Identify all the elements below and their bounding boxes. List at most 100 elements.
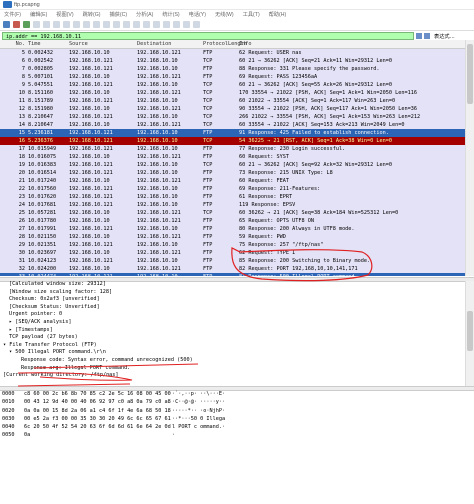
detail-tree-item[interactable]: Urgent pointer: 0 [0, 311, 466, 319]
packet-row[interactable]: 24 10.017681 192.168.10.121 192.168.10.10 FT… [0, 201, 466, 209]
zoom-normal-icon[interactable] [183, 21, 190, 28]
filter-clear-icon[interactable] [416, 33, 422, 39]
menu-go[interactable]: 跳转(G) [83, 11, 101, 18]
detail-tree-item[interactable]: [Current working directory: /ftp/nas] [0, 372, 466, 380]
start-capture-icon[interactable] [3, 21, 10, 28]
go-last-icon[interactable] [133, 21, 140, 28]
packet-row[interactable]: 10 8.151160 192.168.10.10 192.168.10.121 TCP… [0, 89, 466, 97]
packet-row[interactable]: 27 10.017991 192.168.10.121 192.168.10.10 FT… [0, 225, 466, 233]
zoom-out-icon[interactable] [173, 21, 180, 28]
hex-ascii[interactable]: ··*···50 0 Illega [172, 415, 466, 423]
go-forward-icon[interactable] [103, 21, 110, 28]
hex-bytes[interactable]: 00 e5 2a f3 00 00 35 30 30 20 49 6c 6c 6… [24, 415, 172, 423]
go-to-packet-icon[interactable] [113, 21, 120, 28]
column-header-no[interactable]: No. [0, 40, 28, 48]
menu-file[interactable]: 文件(F) [4, 11, 21, 18]
detail-tree-item[interactable]: [Checksum Status: Unverified] [0, 304, 466, 312]
hex-bytes[interactable]: c8 60 00 2c b6 8b 70 85 c2 2e 5c 16 08 0… [24, 390, 172, 398]
detail-tree-item[interactable]: Response code: Syntax error, command unr… [0, 357, 466, 365]
close-file-icon[interactable] [63, 21, 70, 28]
column-header-time[interactable]: Time [28, 40, 69, 48]
packet-row[interactable]: 15 5.236181 192.168.10.121 192.168.10.10 FTP… [0, 129, 466, 137]
menu-statistics[interactable]: 统计(S) [162, 11, 179, 18]
hex-ascii[interactable]: ·C··@·@· ·····y·· [172, 398, 466, 406]
detail-tree-item[interactable]: ▾ 500 Illegal PORT command.\r\n [0, 349, 466, 357]
hex-bytes[interactable]: 0a 0a 00 15 8d 2a 06 a1 c4 6f 1f 4e 6a 6… [24, 407, 172, 415]
packet-row[interactable]: 31 10.024123 192.168.10.121 192.168.10.10 FT… [0, 257, 466, 265]
hex-bytes[interactable]: 6c 20 50 4f 52 54 20 63 6f 6d 6d 61 6e 6… [24, 423, 172, 431]
filter-expression-button[interactable]: 表达式… [432, 33, 474, 40]
packet-row[interactable]: 14 8.210647 192.168.10.10 192.168.10.121 TCP… [0, 121, 466, 129]
packet-row[interactable]: 6 0.002542 192.168.10.121 192.168.10.10 TCP 6… [0, 57, 466, 65]
menu-help[interactable]: 帮助(H) [269, 11, 287, 18]
packet-row[interactable]: 22 10.017560 192.168.10.121 192.168.10.10 FT… [0, 185, 466, 193]
packet-row[interactable]: 12 8.151980 192.168.10.10 192.168.10.121 TCP… [0, 105, 466, 113]
details-scrollbar[interactable] [465, 281, 474, 386]
packet-row[interactable]: 18 10.016075 192.168.10.10 192.168.10.121 FT… [0, 153, 466, 161]
hex-offset[interactable]: 0010 [0, 398, 24, 406]
zoom-in-icon[interactable] [163, 21, 170, 28]
detail-tree-item[interactable]: [Calculated window size: 29312] [0, 281, 466, 289]
find-packet-icon[interactable] [83, 21, 90, 28]
detail-tree-item[interactable]: Checksum: 0x2af3 [unverified] [0, 296, 466, 304]
open-file-icon[interactable] [43, 21, 50, 28]
packet-list-scroll-thumb[interactable] [467, 44, 473, 104]
column-header-length[interactable]: Length [228, 40, 247, 48]
packet-row[interactable]: 20 10.016514 192.168.10.121 192.168.10.10 FT… [0, 169, 466, 177]
menu-tools[interactable]: 工具(T) [243, 11, 260, 18]
hex-offset[interactable]: 0030 [0, 415, 24, 423]
menu-analyze[interactable]: 分析(A) [136, 11, 153, 18]
menu-view[interactable]: 视图(V) [56, 11, 73, 18]
hex-ascii[interactable]: ·····*·· ·o·NjhP· [172, 407, 466, 415]
restart-capture-icon[interactable] [23, 21, 30, 28]
resize-columns-icon[interactable] [193, 21, 200, 28]
colorize-icon[interactable] [153, 21, 160, 28]
save-file-icon[interactable] [53, 21, 60, 28]
details-scroll-thumb[interactable] [467, 311, 473, 351]
packet-row[interactable]: 3310.024474192.168.10.121192.168.10.10FT… [0, 273, 466, 276]
filter-apply-icon[interactable] [424, 33, 430, 39]
packet-row[interactable]: 9 5.047551 192.168.10.121 192.168.10.10 TCP 6… [0, 81, 466, 89]
stop-capture-icon[interactable] [13, 21, 20, 28]
menu-telephony[interactable]: 电话(Y) [189, 11, 206, 18]
packet-list-scrollbar[interactable] [465, 40, 474, 276]
autoscroll-icon[interactable] [143, 21, 150, 28]
packet-row[interactable]: 30 10.023697 192.168.10.10 192.168.10.121 FT… [0, 249, 466, 257]
column-header-source[interactable]: Source [69, 40, 137, 48]
detail-tree-item[interactable]: ▾ File Transfer Protocol (FTP) [0, 342, 466, 350]
go-back-icon[interactable] [93, 21, 100, 28]
packet-row[interactable]: 26 10.017780 192.168.10.10 192.168.10.121 FT… [0, 217, 466, 225]
column-header-protocol[interactable]: Protocol [203, 40, 228, 48]
column-header-destination[interactable]: Destination [137, 40, 203, 48]
hex-ascii[interactable]: ·`·,··p· ··\···E· [172, 390, 466, 398]
display-filter-input[interactable]: ip.addr == 192.168.10.11 [2, 32, 414, 40]
detail-tree-item[interactable]: Response arg: Illegal PORT command. [0, 365, 466, 373]
hex-bytes[interactable]: 0a [24, 431, 172, 439]
hex-ascii[interactable]: l PORT c ommand.· [172, 423, 466, 431]
hex-ascii[interactable]: · [172, 431, 466, 439]
packet-row[interactable]: 29 10.021351 192.168.10.121 192.168.10.10 FT… [0, 241, 466, 249]
packet-row[interactable]: 11 8.151789 192.168.10.121 192.168.10.10 TCP… [0, 97, 466, 105]
menu-wireless[interactable]: 无线(W) [215, 11, 234, 18]
detail-tree-item[interactable]: TCP payload (27 bytes) [0, 334, 466, 342]
packet-row[interactable]: 5 0.002432 192.168.10.10 192.168.10.121 FTP 6… [0, 49, 466, 57]
go-first-icon[interactable] [123, 21, 130, 28]
packet-row[interactable]: 23 10.017620 192.168.10.121 192.168.10.10 FT… [0, 193, 466, 201]
menu-capture[interactable]: 捕获(C) [109, 11, 127, 18]
hex-offset[interactable]: 0000 [0, 390, 24, 398]
packet-row[interactable]: 13 8.210647 192.168.10.121 192.168.10.10 TCP… [0, 113, 466, 121]
packet-row[interactable]: 16 5.236376 192.168.10.121 192.168.10.10 TCP… [0, 137, 466, 145]
hex-offset[interactable]: 0050 [0, 431, 24, 439]
packet-row[interactable]: 32 10.024200 192.168.10.10 192.168.10.121 FT… [0, 265, 466, 273]
reload-icon[interactable] [73, 21, 80, 28]
options-gear-icon[interactable] [33, 21, 40, 28]
detail-tree-item[interactable]: [Window size scaling factor: 128] [0, 289, 466, 297]
packet-row[interactable]: 17 10.015949 192.168.10.121 192.168.10.10 FT… [0, 145, 466, 153]
packet-row[interactable]: 7 0.002805 192.168.10.121 192.168.10.10 FTP 8… [0, 65, 466, 73]
hex-offset[interactable]: 0040 [0, 423, 24, 431]
menu-edit[interactable]: 编辑(E) [30, 11, 47, 18]
packet-row[interactable]: 21 10.017240 192.168.10.10 192.168.10.121 FT… [0, 177, 466, 185]
column-header-info[interactable]: Info [239, 40, 466, 48]
packet-row[interactable]: 28 10.021150 192.168.10.10 192.168.10.121 FT… [0, 233, 466, 241]
packet-row[interactable]: 19 10.016383 192.168.10.121 192.168.10.10 TC… [0, 161, 466, 169]
